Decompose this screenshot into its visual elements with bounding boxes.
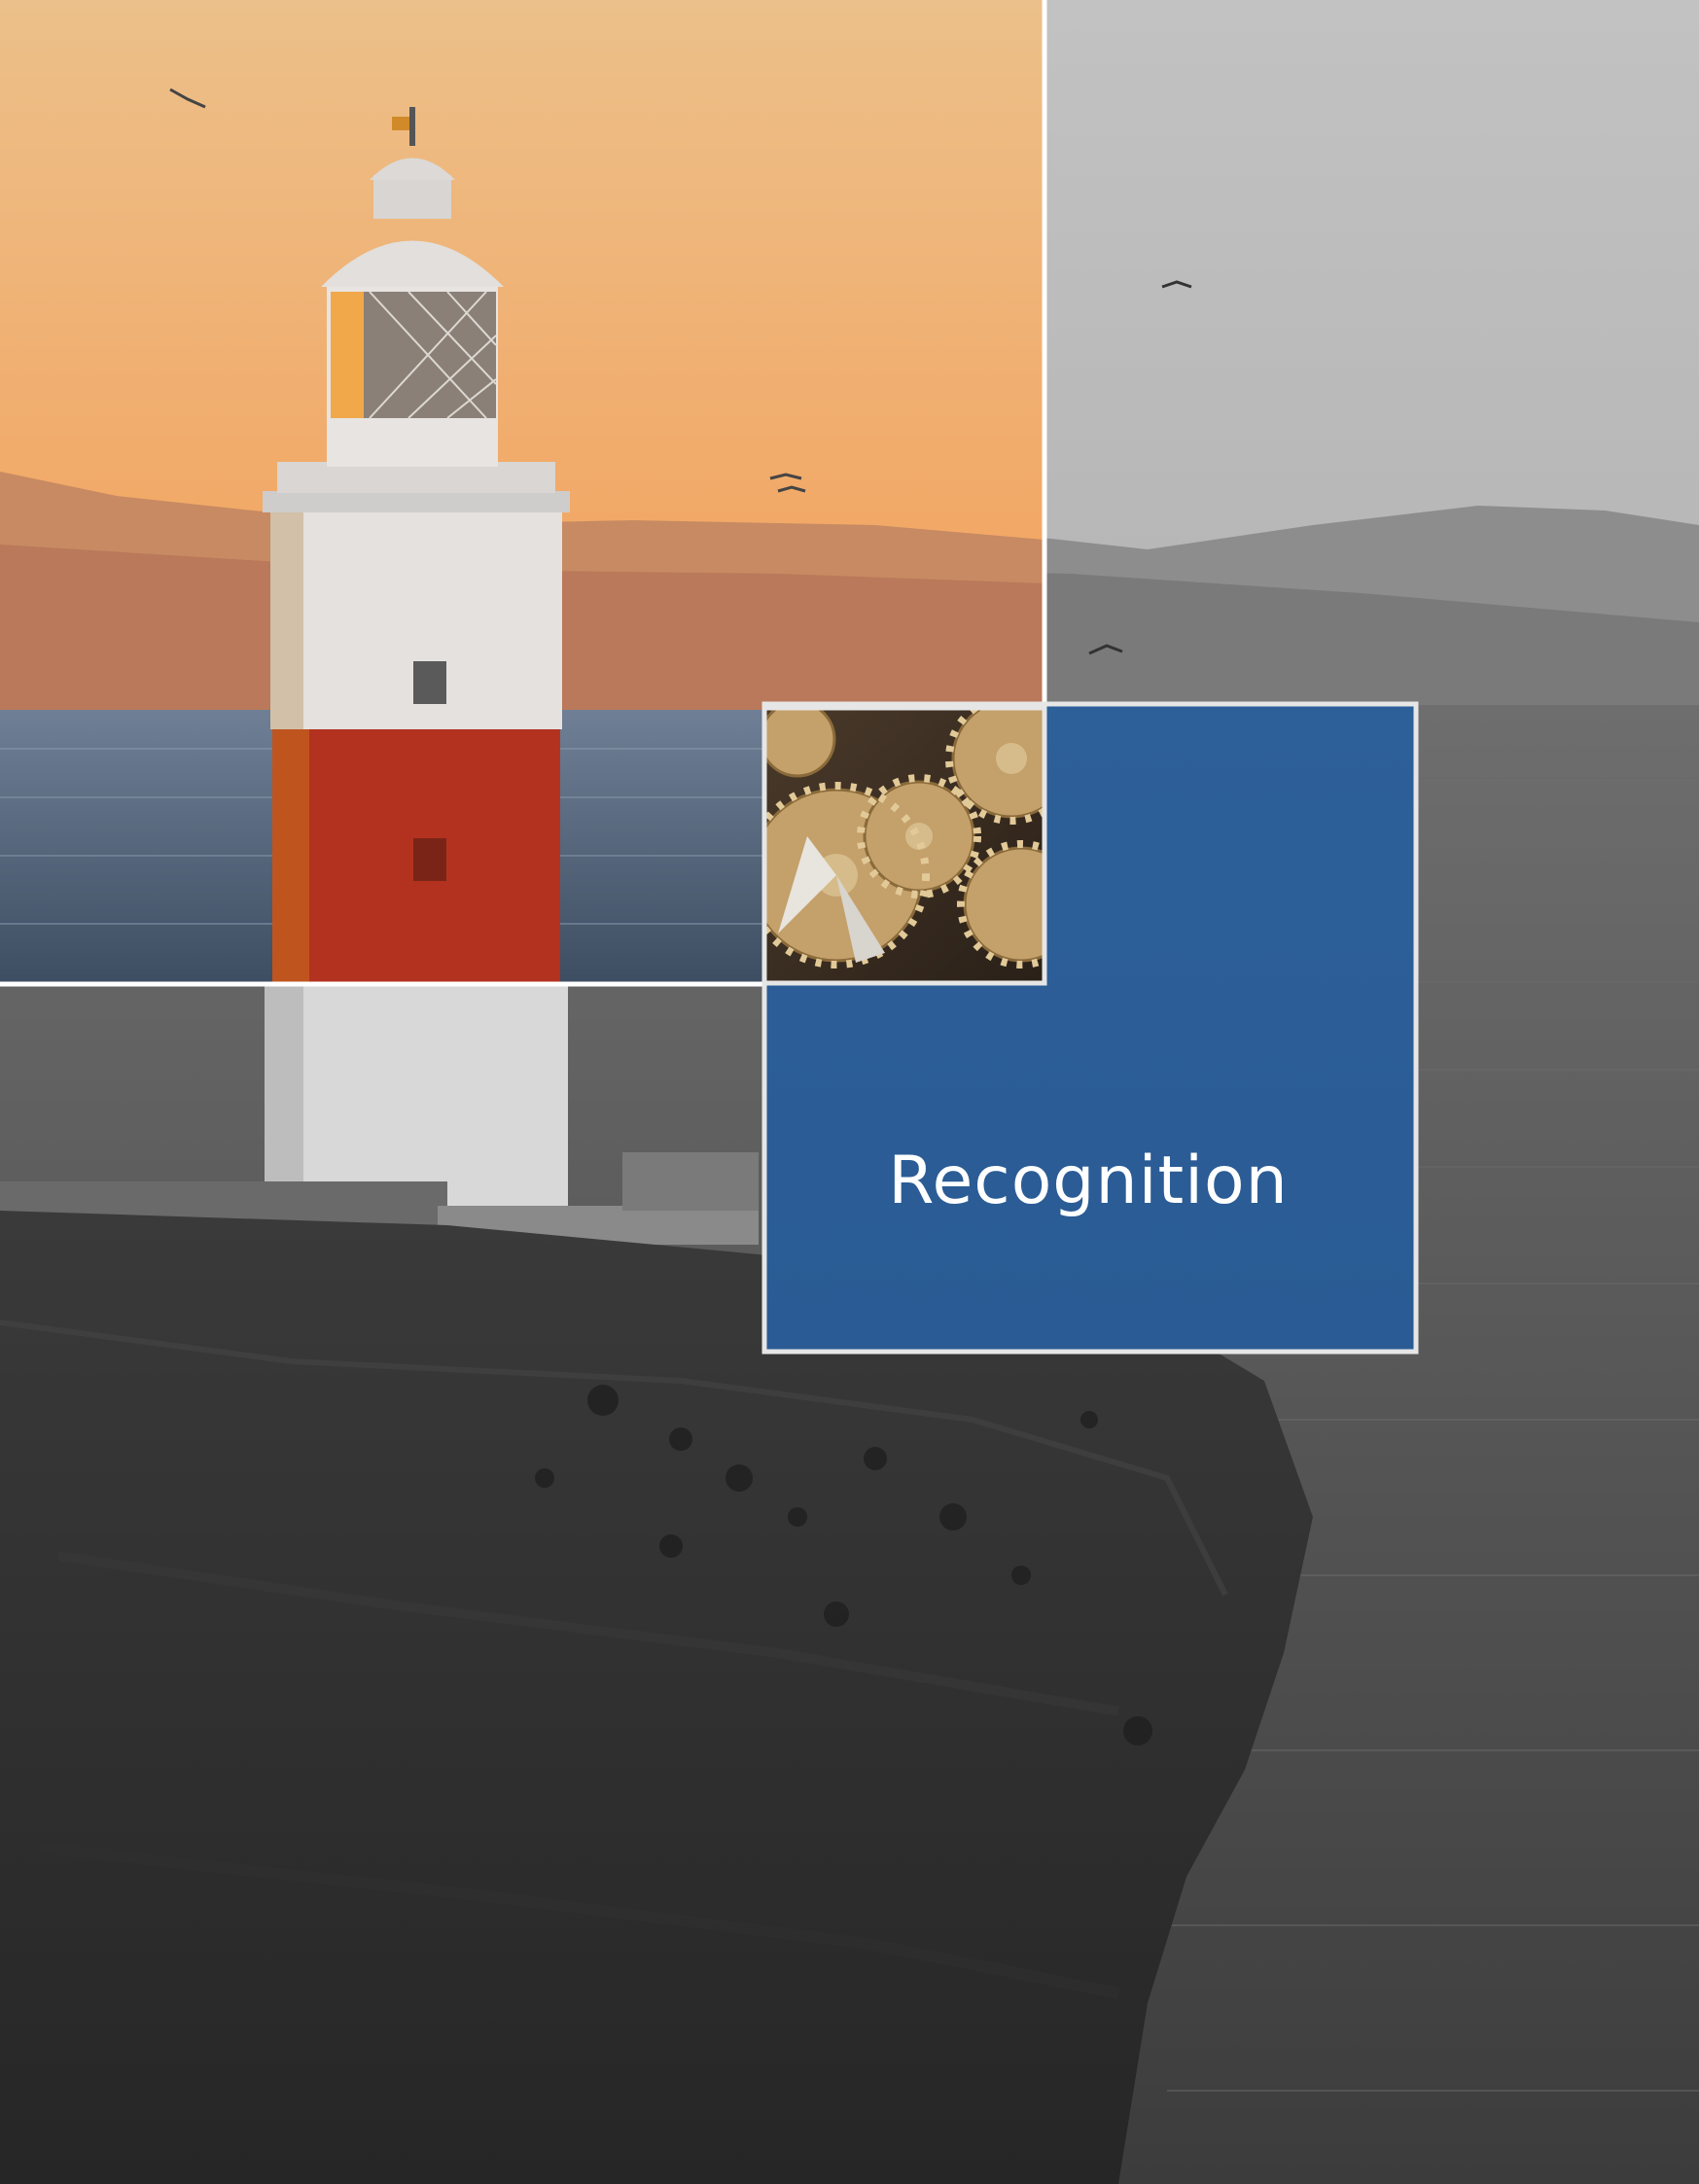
cover-artwork bbox=[0, 0, 1699, 2184]
gears-inset-photo bbox=[764, 708, 1044, 983]
page-title: Recognition bbox=[888, 1143, 1289, 1219]
